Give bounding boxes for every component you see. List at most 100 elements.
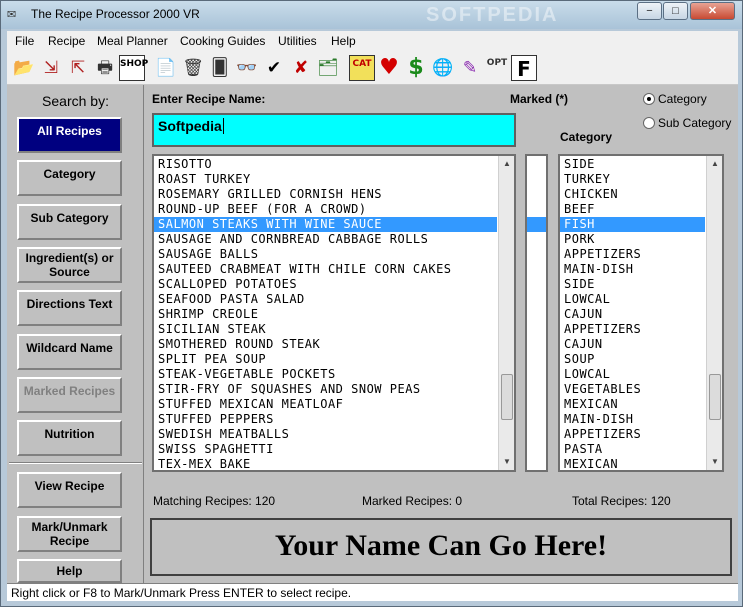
radio-sub-category-label[interactable]: Sub Category <box>658 116 731 130</box>
menu-recipe[interactable]: Recipe <box>48 34 85 48</box>
list-item[interactable]: CAJUN <box>560 307 705 322</box>
list-item[interactable]: SICILIAN STEAK <box>154 322 497 337</box>
shop-icon[interactable]: SHOP <box>119 55 148 81</box>
crayons-icon[interactable]: ✎ <box>457 55 483 81</box>
scroll-down-arrow[interactable]: ▼ <box>707 454 722 470</box>
list-item[interactable]: SMOTHERED ROUND STEAK <box>154 337 497 352</box>
globe-icon[interactable]: 🌐 <box>430 55 456 81</box>
import-icon[interactable]: ⇲ <box>38 55 64 81</box>
list-item[interactable]: MAIN-DISH <box>560 262 705 277</box>
list-item[interactable]: PASTA <box>560 442 705 457</box>
marked-list[interactable] <box>525 154 548 472</box>
scroll-down-arrow[interactable]: ▼ <box>499 454 514 470</box>
category-button[interactable]: Category <box>17 160 122 196</box>
list-item[interactable]: APPETIZERS <box>560 427 705 442</box>
menu-cooking-guides[interactable]: Cooking Guides <box>180 34 265 48</box>
document-icon[interactable]: 📄 <box>153 55 179 81</box>
list-item[interactable]: SIDE <box>560 157 705 172</box>
list-item[interactable]: BEEF <box>560 202 705 217</box>
radio-category-label[interactable]: Category <box>658 92 707 106</box>
nutrition-button[interactable]: Nutrition <box>17 420 122 456</box>
menu-meal-planner[interactable]: Meal Planner <box>97 34 168 48</box>
list-item[interactable]: PORK <box>560 232 705 247</box>
f-icon[interactable]: F <box>511 55 537 81</box>
list-item[interactable]: CHICKEN <box>560 187 705 202</box>
list-item[interactable]: STUFFED MEXICAN MEATLOAF <box>154 397 497 412</box>
list-item[interactable]: SPLIT PEA SOUP <box>154 352 497 367</box>
maximize-button[interactable]: □ <box>663 2 688 20</box>
list-item-selected[interactable]: SALMON STEAKS WITH WINE SAUCE <box>154 217 497 232</box>
list-item[interactable]: SAUSAGE AND CORNBREAD CABBAGE ROLLS <box>154 232 497 247</box>
category-list[interactable]: SIDE TURKEY CHICKEN BEEF FISH PORK APPETIZERS M… <box>558 154 724 472</box>
radio-category[interactable] <box>643 93 655 105</box>
list-item[interactable]: STIR-FRY OF SQUASHES AND SNOW PEAS <box>154 382 497 397</box>
list-item[interactable]: ROAST TURKEY <box>154 172 497 187</box>
list-item[interactable]: LOWCAL <box>560 367 705 382</box>
view-recipe-button[interactable]: View Recipe <box>17 472 122 508</box>
scroll-up-arrow[interactable]: ▲ <box>707 156 722 172</box>
sub-category-button[interactable]: Sub Category <box>17 204 122 240</box>
menu-help[interactable]: Help <box>331 34 356 48</box>
trash-icon[interactable]: 🗑 <box>180 55 206 81</box>
list-item[interactable]: RISOTTO <box>154 157 497 172</box>
list-item[interactable]: STUFFED PEPPERS <box>154 412 497 427</box>
list-item[interactable]: MAIN-DISH <box>560 412 705 427</box>
cards-icon[interactable]: 🂠 <box>207 55 233 81</box>
category-list-scrollbar[interactable]: ▲ ▼ <box>706 156 722 470</box>
directions-text-button[interactable]: Directions Text <box>17 290 122 326</box>
list-item[interactable]: SEAFOOD PASTA SALAD <box>154 292 497 307</box>
check-icon[interactable]: ✔ <box>261 55 287 81</box>
cross-icon[interactable]: ✘ <box>288 55 314 81</box>
list-item[interactable]: SHRIMP CREOLE <box>154 307 497 322</box>
list-item[interactable]: LOWCAL <box>560 292 705 307</box>
list-item[interactable]: ROSEMARY GRILLED CORNISH HENS <box>154 187 497 202</box>
list-item[interactable]: CAJUN <box>560 337 705 352</box>
list-item[interactable]: APPETIZERS <box>560 322 705 337</box>
window-title: The Recipe Processor 2000 VR <box>31 7 200 21</box>
recipe-name-input[interactable]: Softpedia <box>152 113 516 147</box>
print-icon[interactable]: 🖶 <box>92 55 118 81</box>
list-item[interactable]: TURKEY <box>560 172 705 187</box>
open-folder-icon[interactable]: 📂 <box>11 55 37 81</box>
list-item[interactable]: SWISS SPAGHETTI <box>154 442 497 457</box>
list-item[interactable]: APPETIZERS <box>560 247 705 262</box>
scroll-thumb[interactable] <box>501 374 513 420</box>
close-button[interactable]: ✕ <box>690 2 735 20</box>
list-item[interactable]: SOUP <box>560 352 705 367</box>
cat-icon[interactable]: CAT <box>349 55 375 81</box>
list-item[interactable]: SAUSAGE BALLS <box>154 247 497 262</box>
scroll-thumb[interactable] <box>709 374 721 420</box>
recipe-rows: RISOTTO ROAST TURKEY ROSEMARY GRILLED CORN… <box>154 157 497 470</box>
list-item[interactable]: MEXICAN <box>560 457 705 470</box>
list-item[interactable]: TEX-MEX BAKE <box>154 457 497 470</box>
radio-sub-category[interactable] <box>643 117 655 129</box>
glasses-icon[interactable]: 👓 <box>234 55 260 81</box>
list-item[interactable]: ROUND-UP BEEF (FOR A CROWD) <box>154 202 497 217</box>
list-item[interactable]: SWEDISH MEATBALLS <box>154 427 497 442</box>
heart-icon[interactable]: ♥ <box>376 55 402 81</box>
ingredients-source-button[interactable]: Ingredient(s) or Source <box>17 247 122 283</box>
list-item[interactable]: MEXICAN <box>560 397 705 412</box>
dollar-icon[interactable]: $ <box>403 55 429 81</box>
list-item[interactable]: SAUTEED CRABMEAT WITH CHILE CORN CAKES <box>154 262 497 277</box>
list-item[interactable]: SIDE <box>560 277 705 292</box>
recipe-list[interactable]: RISOTTO ROAST TURKEY ROSEMARY GRILLED CORN… <box>152 154 516 472</box>
recipe-list-scrollbar[interactable]: ▲ ▼ <box>498 156 514 470</box>
menu-utilities[interactable]: Utilities <box>278 34 317 48</box>
list-item-selected[interactable]: FISH <box>560 217 705 232</box>
export-icon[interactable]: ⇱ <box>65 55 91 81</box>
recipe-name-value: Softpedia <box>158 118 222 134</box>
app-icon[interactable]: ✉ <box>7 7 25 23</box>
help-button[interactable]: Help <box>17 559 122 583</box>
options-icon[interactable]: OPT <box>484 55 510 81</box>
wildcard-name-button[interactable]: Wildcard Name <box>17 334 122 370</box>
list-item[interactable]: STEAK-VEGETABLE POCKETS <box>154 367 497 382</box>
all-recipes-button[interactable]: All Recipes <box>17 117 122 153</box>
mark-unmark-recipe-button[interactable]: Mark/Unmark Recipe <box>17 516 122 552</box>
scroll-up-arrow[interactable]: ▲ <box>499 156 514 172</box>
list-item[interactable]: SCALLOPED POTATOES <box>154 277 497 292</box>
card-file-icon[interactable]: 🗂 <box>315 55 341 81</box>
menu-file[interactable]: File <box>15 34 34 48</box>
minimize-button[interactable]: − <box>637 2 662 20</box>
list-item[interactable]: VEGETABLES <box>560 382 705 397</box>
